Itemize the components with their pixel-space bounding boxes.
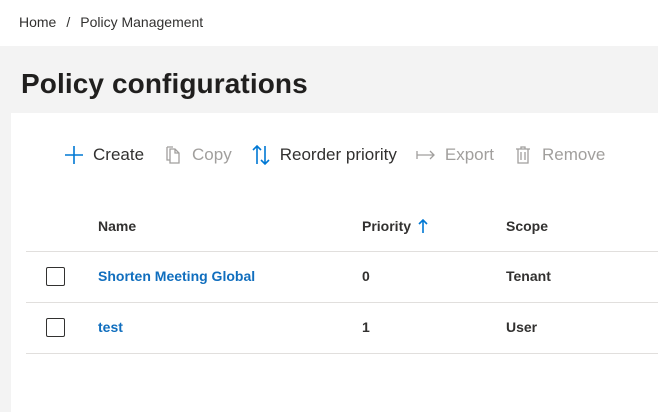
- table-row[interactable]: test 1 User: [26, 303, 658, 354]
- reorder-priority-label: Reorder priority: [279, 145, 397, 164]
- row-checkbox[interactable]: [46, 318, 65, 337]
- breadcrumb-separator: /: [66, 14, 71, 30]
- copy-label: Copy: [192, 145, 232, 164]
- export-button[interactable]: Export: [415, 144, 494, 166]
- export-label: Export: [444, 145, 495, 164]
- remove-label: Remove: [542, 145, 606, 164]
- policy-scope: Tenant: [506, 268, 551, 284]
- page-title: Policy configurations: [21, 68, 308, 99]
- command-bar: Create Copy Reorder priority Export Remo…: [63, 141, 623, 169]
- policy-priority: 1: [362, 319, 370, 335]
- breadcrumb-current: Policy Management: [80, 14, 204, 30]
- breadcrumb-bar: Home / Policy Management: [0, 0, 658, 46]
- copy-button[interactable]: Copy: [162, 144, 232, 166]
- export-arrow-icon: [415, 144, 437, 166]
- sort-ascending-icon: [418, 219, 428, 233]
- policy-panel: Create Copy Reorder priority Export Remo…: [11, 113, 658, 412]
- create-label: Create: [93, 145, 145, 164]
- sort-arrows-icon: [250, 144, 272, 166]
- column-header-name[interactable]: Name: [98, 218, 136, 234]
- policy-name-link[interactable]: Shorten Meeting Global: [98, 268, 255, 284]
- policy-table: Name Priority Scope Shorten Meeting Glob…: [26, 201, 658, 354]
- breadcrumb: Home / Policy Management: [19, 14, 203, 30]
- reorder-priority-button[interactable]: Reorder priority: [250, 144, 397, 166]
- column-name-label: Name: [98, 218, 137, 234]
- breadcrumb-home[interactable]: Home: [19, 14, 56, 30]
- table-header: Name Priority Scope: [26, 201, 658, 252]
- column-header-priority[interactable]: Priority: [362, 218, 428, 234]
- table-row[interactable]: Shorten Meeting Global 0 Tenant: [26, 252, 658, 303]
- plus-icon: [63, 144, 85, 166]
- row-checkbox[interactable]: [46, 267, 65, 286]
- column-scope-label: Scope: [506, 218, 549, 234]
- column-priority-label: Priority: [362, 218, 412, 234]
- remove-button[interactable]: Remove: [512, 144, 605, 166]
- policy-scope: User: [506, 319, 538, 335]
- policy-priority: 0: [362, 268, 370, 284]
- create-button[interactable]: Create: [63, 144, 144, 166]
- column-header-scope[interactable]: Scope: [506, 218, 548, 234]
- policy-name-link[interactable]: test: [98, 319, 123, 335]
- trash-icon: [512, 144, 534, 166]
- copy-icon: [162, 144, 184, 166]
